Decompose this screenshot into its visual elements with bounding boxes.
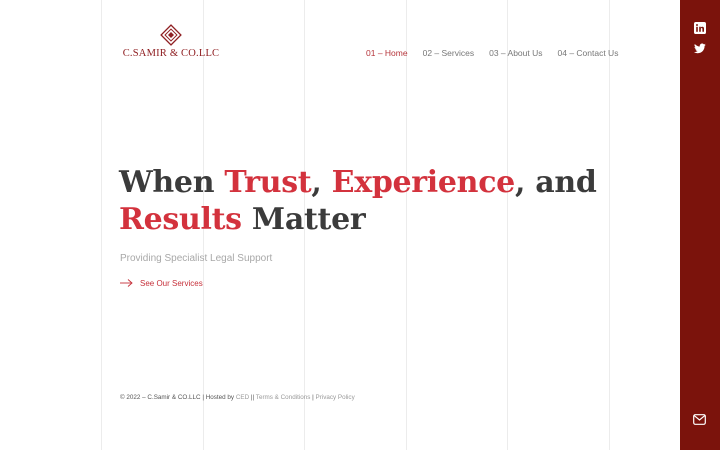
twitter-icon[interactable] (694, 43, 706, 54)
heading-word-highlight: Results (119, 202, 242, 237)
logo-mark-icon (160, 24, 182, 46)
heading-word-highlight: Trust (224, 165, 312, 200)
heading-word: , (311, 165, 332, 200)
social-sidebar (680, 0, 720, 450)
nav-item-contact-us[interactable]: 04 – Contact Us (558, 48, 619, 58)
hero-heading: When Trust, Experience, and Results Matte… (119, 164, 619, 238)
hero-subtitle: Providing Specialist Legal Support (120, 253, 273, 264)
host-link[interactable]: CED (236, 394, 249, 401)
grid-line (101, 0, 102, 450)
heading-word: , and (514, 165, 597, 200)
hero: When Trust, Experience, and Results Matte… (119, 164, 619, 238)
arrow-right-icon (120, 279, 133, 287)
logo[interactable]: C.SAMIR & CO.LLC (119, 24, 223, 60)
copyright-text: © 2022 – C.Samir & CO.LLC | Hosted by (120, 394, 236, 401)
terms-link[interactable]: Terms & Conditions (256, 394, 311, 401)
footer-separator: || (249, 394, 256, 401)
brand-name: C.SAMIR & CO.LLC (122, 48, 220, 59)
mail-icon[interactable] (693, 414, 706, 425)
see-services-label: See Our Services (140, 278, 203, 288)
heading-word: Matter (241, 202, 366, 237)
footer: © 2022 – C.Samir & CO.LLC | Hosted by CE… (120, 394, 355, 401)
heading-word-highlight: Experience (331, 165, 516, 200)
privacy-link[interactable]: Privacy Policy (316, 394, 355, 401)
see-services-link[interactable]: See Our Services (120, 278, 203, 288)
nav-item-home[interactable]: 01 – Home (366, 48, 408, 58)
nav-item-about-us[interactable]: 03 – About Us (489, 48, 542, 58)
nav-item-services[interactable]: 02 – Services (423, 48, 475, 58)
linkedin-icon[interactable] (694, 22, 706, 34)
main-nav: 01 – Home 02 – Services 03 – About Us 04… (366, 48, 618, 58)
heading-word: When (119, 165, 225, 200)
